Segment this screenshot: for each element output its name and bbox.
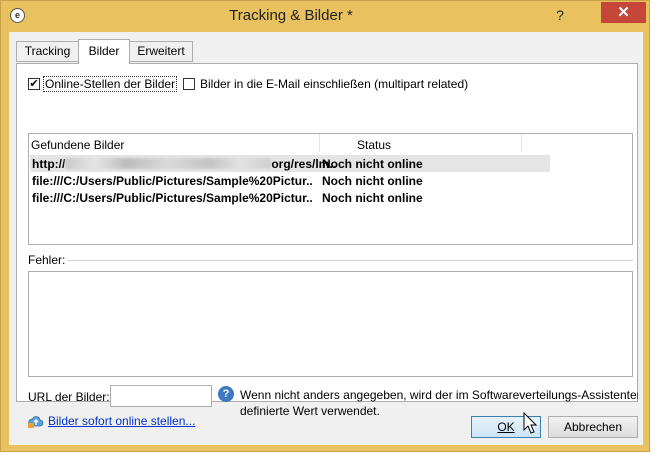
url-info-text: Wenn nicht anders angegeben, wird der im… <box>240 387 638 419</box>
dialog-client: Tracking Bilder Erweitert ✔ Online-Stell… <box>9 32 643 445</box>
column-header-status[interactable]: Status <box>357 138 391 152</box>
window-title: Tracking & Bilder * <box>229 7 353 24</box>
image-url: file:///C:/Users/Public/Pictures/Sample%… <box>32 174 313 188</box>
url-input[interactable] <box>110 385 212 407</box>
mouse-cursor-icon <box>523 412 538 434</box>
tab-panel-bilder: ✔ Online-Stellen der Bilder Bilder in di… <box>16 63 638 428</box>
close-button[interactable]: ✕ <box>601 2 646 23</box>
publish-images-link[interactable]: Bilder sofort online stellen... <box>48 414 195 428</box>
images-list[interactable]: Gefundene Bilder Status http://org/res/l… <box>28 133 633 245</box>
image-status: Noch nicht online <box>322 174 423 188</box>
redacted-domain <box>65 158 272 169</box>
errors-box[interactable] <box>28 271 633 377</box>
image-url: http://org/res/lm.. <box>32 157 337 171</box>
errors-label: Fehler: <box>28 253 69 267</box>
help-button[interactable]: ? <box>549 5 571 25</box>
column-separator <box>319 134 320 152</box>
cancel-button-label: Abbrechen <box>563 420 623 434</box>
online-checkbox-label: Online-Stellen der Bilder <box>43 76 178 92</box>
tab-erweitert[interactable]: Erweitert <box>129 41 193 62</box>
online-label-text: Online-Stellen der Bilder <box>43 76 178 92</box>
help-info-icon: ? <box>218 386 234 402</box>
url-label: URL der Bilder: <box>28 390 110 404</box>
title-bar[interactable]: e Tracking & Bilder * ? ✕ <box>1 1 649 32</box>
list-item[interactable]: http://org/res/lm.. Noch nicht online <box>30 155 550 172</box>
dialog-window: e Tracking & Bilder * ? ✕ Tracking Bilde… <box>0 0 650 452</box>
include-checkbox-label: Bilder in die E-Mail einschließen (multi… <box>200 77 469 91</box>
image-status: Noch nicht online <box>322 191 423 205</box>
ok-button-label: OK <box>497 420 515 434</box>
cancel-button[interactable]: Abbrechen <box>548 416 638 438</box>
image-url: file:///C:/Users/Public/Pictures/Sample%… <box>32 191 313 205</box>
online-checkbox[interactable]: ✔ <box>28 78 40 90</box>
url-info-line1: Wenn nicht anders angegeben, wird der im… <box>240 388 638 402</box>
column-separator <box>521 134 522 152</box>
column-header-images[interactable]: Gefundene Bilder <box>31 138 124 152</box>
cloud-upload-icon <box>28 416 44 428</box>
tab-bilder[interactable]: Bilder <box>78 39 130 64</box>
tab-tracking[interactable]: Tracking <box>16 41 79 62</box>
errors-separator <box>65 260 633 261</box>
list-item[interactable]: file:///C:/Users/Public/Pictures/Sample%… <box>30 189 550 206</box>
include-checkbox[interactable] <box>183 78 195 90</box>
list-item[interactable]: file:///C:/Users/Public/Pictures/Sample%… <box>30 172 550 189</box>
image-status: Noch nicht online <box>322 157 423 171</box>
